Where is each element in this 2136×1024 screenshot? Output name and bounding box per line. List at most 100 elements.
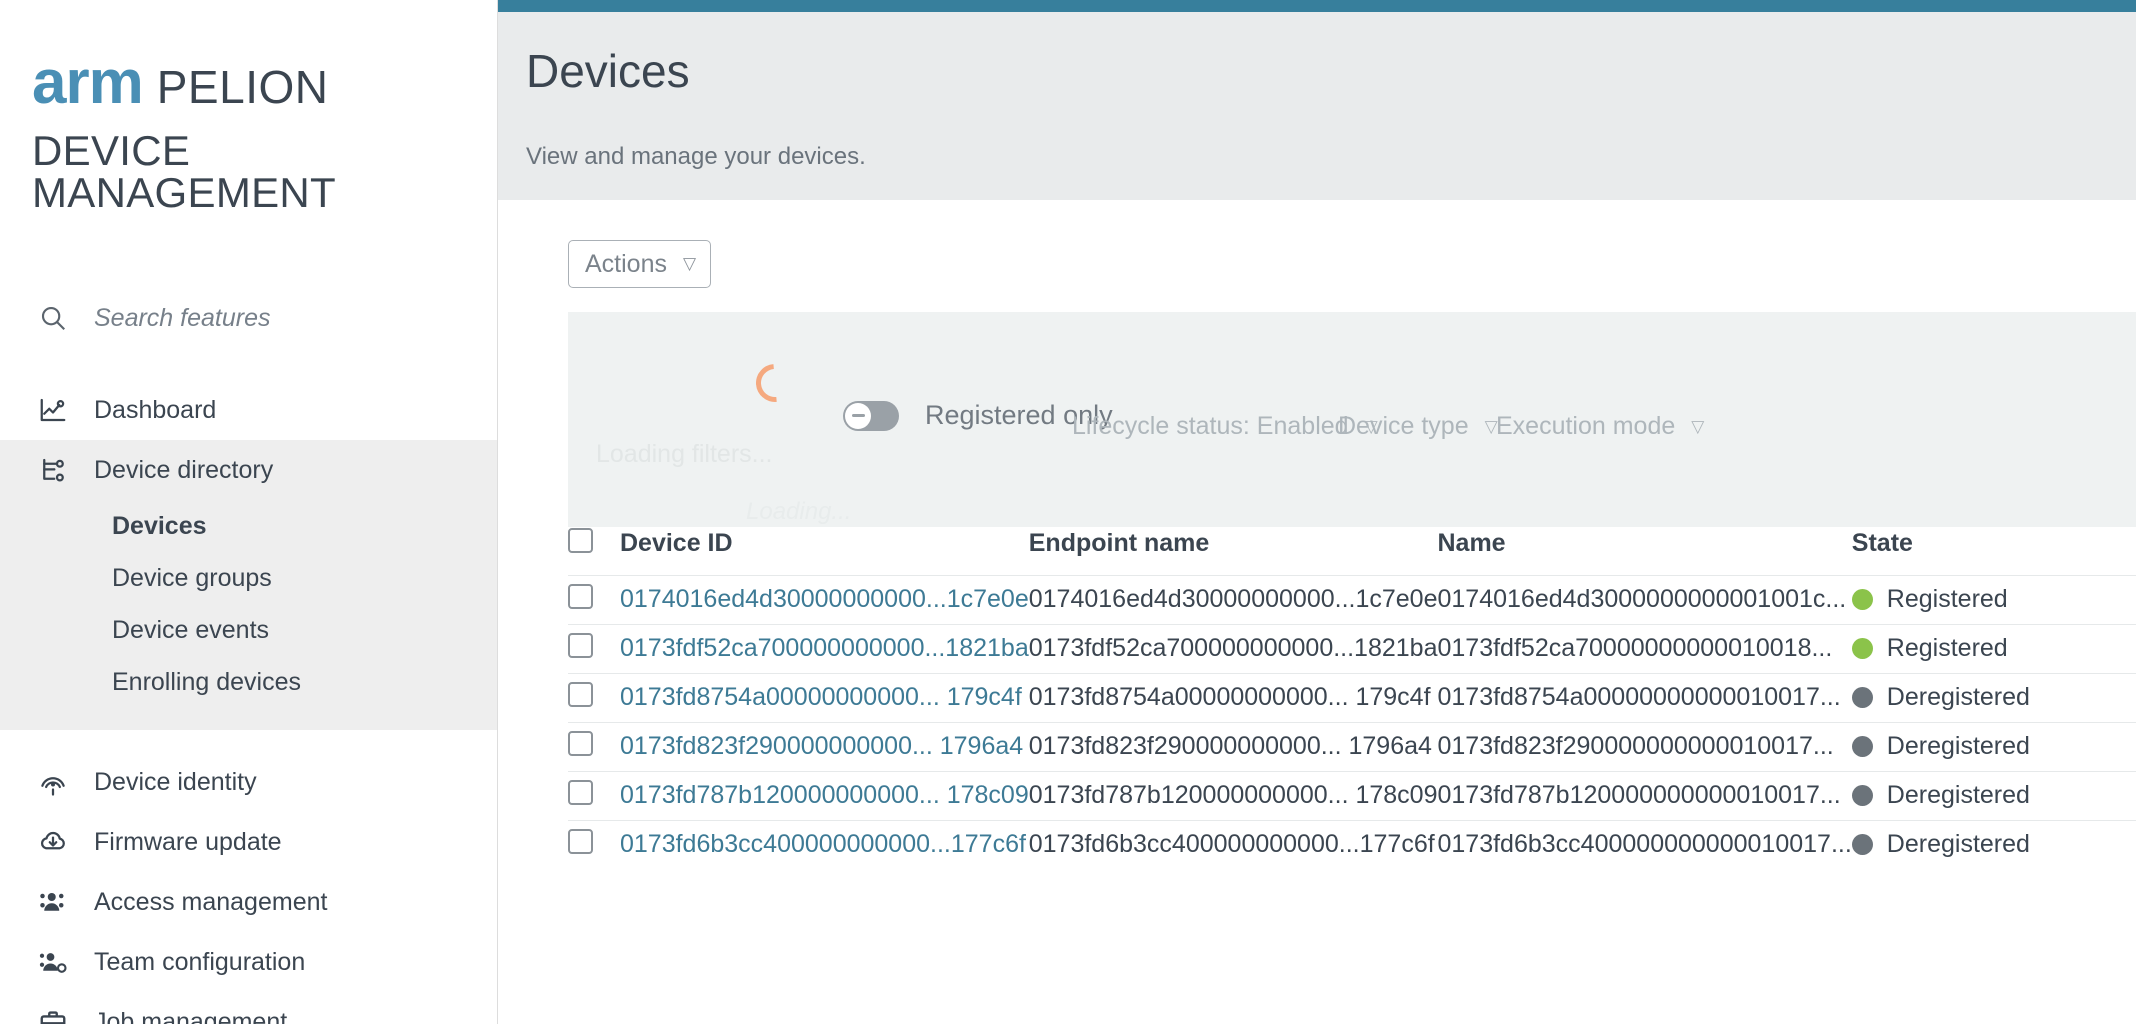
cell-device-id: 0173fd8754a00000000000... 179c4f: [620, 673, 1029, 722]
row-select-cell: [568, 575, 620, 624]
sidebar-item-device-directory[interactable]: Device directory: [0, 440, 497, 500]
column-header-device-id[interactable]: Device ID: [620, 527, 1029, 575]
cell-state: Deregistered: [1851, 820, 2136, 869]
cell-device-id: 0174016ed4d30000000000...1c7e0e: [620, 575, 1029, 624]
sidebar-item-device-events[interactable]: Device events: [0, 604, 497, 656]
cell-name: 0173fd823f290000000000010017...: [1437, 732, 1834, 760]
cell-device-id: 0173fd823f290000000000... 1796a4: [620, 722, 1029, 771]
sidebar-item-device-groups[interactable]: Device groups: [0, 552, 497, 604]
column-header-state[interactable]: State: [1852, 527, 2136, 575]
row-checkbox[interactable]: [568, 828, 593, 854]
sidebar-item-device-identity[interactable]: Device identity: [0, 752, 497, 812]
cloud-download-icon: [38, 827, 68, 857]
search-input[interactable]: Search features: [94, 304, 271, 333]
device-id-link[interactable]: 0173fd6b3cc400000000000...177c6f: [620, 830, 1026, 858]
app-root: arm PELION DEVICE MANAGEMENT Search feat…: [0, 0, 2136, 1024]
sidebar-item-firmware-update[interactable]: Firmware update: [0, 812, 497, 872]
sidebar-item-job-management[interactable]: Job management: [0, 992, 497, 1024]
status-dot-icon: [1851, 834, 1873, 855]
content-card: Actions ▽ Loading filters... Loading... …: [526, 200, 2136, 1024]
device-id-link[interactable]: 0173fdf52ca700000000000...1821ba: [620, 634, 1029, 662]
row-checkbox[interactable]: [568, 779, 593, 805]
table-row[interactable]: 0173fdf52ca700000000000...1821ba 0173fdf5…: [568, 624, 2136, 673]
row-checkbox[interactable]: [568, 632, 593, 658]
device-id-link[interactable]: 0174016ed4d30000000000...1c7e0e: [620, 585, 1029, 613]
table-row[interactable]: 0173fd787b120000000000... 178c09 0173fd78…: [568, 771, 2136, 820]
brand-pelion-text: PELION: [156, 61, 329, 113]
cell-name: 0173fd787b120000000000010017...: [1437, 781, 1841, 809]
row-checkbox[interactable]: [568, 681, 593, 707]
cell-name: 0173fd8754a00000000000010017...: [1437, 683, 1841, 711]
sidebar-group-device-directory: Device directory Devices Device groups D…: [0, 440, 497, 730]
filter-bar: Loading filters... Loading... Registered…: [568, 312, 2136, 527]
sidebar-nav: Dashboard Device directory Devices Devic…: [0, 380, 497, 1024]
status-dot-icon: [1851, 785, 1873, 806]
brand-logo-line1: arm PELION: [32, 52, 497, 114]
sidebar-item-label: Device directory: [94, 455, 274, 484]
row-checkbox[interactable]: [568, 583, 593, 609]
brand-tagline: DEVICE MANAGEMENT: [32, 127, 337, 216]
cell-device-id: 0173fd6b3cc400000000000...177c6f: [620, 820, 1029, 869]
actions-button[interactable]: Actions ▽: [568, 240, 712, 288]
brand-arm-text: arm: [32, 48, 144, 117]
status-badge: Registered: [1886, 585, 2008, 613]
sidebar-subitem-label: Enrolling devices: [112, 667, 301, 696]
row-select-cell: [568, 820, 620, 869]
page-header: Devices View and manage your devices.: [498, 12, 2136, 200]
sidebar-item-label: Dashboard: [94, 395, 217, 424]
sidebar-item-team-configuration[interactable]: Team configuration: [0, 932, 497, 992]
table-row[interactable]: 0173fd6b3cc400000000000...177c6f 0173fd6b…: [568, 820, 2136, 869]
sidebar-item-devices[interactable]: Devices: [0, 500, 497, 552]
toolbar: Actions ▽: [526, 240, 2136, 288]
filter-execution-mode[interactable]: Execution mode ▽: [1496, 412, 1704, 441]
registered-only-toggle[interactable]: [843, 400, 899, 431]
sidebar-item-dashboard[interactable]: Dashboard: [0, 380, 497, 440]
table-row[interactable]: 0174016ed4d30000000000...1c7e0e 0174016ed…: [568, 575, 2136, 624]
loading-spinner-icon: [748, 356, 802, 410]
chevron-down-icon: ▽: [682, 254, 697, 273]
chevron-down-icon: ▽: [1691, 416, 1705, 436]
row-checkbox[interactable]: [568, 730, 593, 756]
status-dot-icon: [1851, 589, 1873, 610]
search-icon: [38, 303, 68, 333]
toggle-knob-minus-icon: [845, 402, 871, 429]
loading-filters-text: Loading filters...: [596, 440, 773, 468]
device-id-link[interactable]: 0173fd823f290000000000... 1796a4: [620, 732, 1023, 760]
status-badge: Deregistered: [1886, 683, 2030, 711]
page-title: Devices: [526, 45, 690, 97]
briefcase-icon: [38, 1007, 68, 1024]
row-select-cell: [568, 624, 620, 673]
filter-label: Execution mode: [1496, 412, 1676, 440]
filter-device-type[interactable]: Device type ▽: [1338, 412, 1498, 441]
sidebar-subitem-label: Devices: [112, 511, 207, 540]
fingerprint-icon: [38, 767, 68, 797]
table-row[interactable]: 0173fd823f290000000000... 1796a4 0173fd82…: [568, 722, 2136, 771]
search-features-row[interactable]: Search features: [0, 298, 497, 338]
select-all-checkbox[interactable]: [568, 527, 593, 553]
cell-name: 0173fd6b3cc400000000000010017...: [1437, 830, 1852, 858]
brand-logo[interactable]: arm PELION DEVICE MANAGEMENT: [0, 0, 497, 214]
filter-lifecycle-status[interactable]: Lifecycle status: Enabled ▽: [1072, 412, 1378, 441]
cell-state: Deregistered: [1851, 722, 2136, 771]
cell-state: Deregistered: [1851, 771, 2136, 820]
status-badge: Deregistered: [1886, 732, 2030, 760]
users-icon: [38, 887, 68, 917]
device-id-link[interactable]: 0173fd787b120000000000... 178c09: [620, 781, 1029, 809]
column-header-name[interactable]: Name: [1438, 527, 1852, 575]
filter-label: Lifecycle status: Enabled: [1072, 412, 1349, 440]
filter-label: Device type: [1338, 412, 1469, 440]
status-badge: Deregistered: [1886, 830, 2030, 858]
cell-name: 0174016ed4d3000000000001001c...: [1437, 585, 1847, 613]
sidebar-item-enrolling-devices[interactable]: Enrolling devices: [0, 656, 497, 708]
cell-endpoint-name: 0173fd787b120000000000... 178c09: [1028, 781, 1438, 809]
device-id-link[interactable]: 0173fd8754a00000000000... 179c4f: [620, 683, 1022, 711]
sidebar-item-label: Team configuration: [94, 947, 306, 976]
sidebar-item-access-management[interactable]: Access management: [0, 872, 497, 932]
cell-endpoint-name: 0173fd8754a00000000000... 179c4f: [1028, 683, 1431, 711]
status-badge: Registered: [1886, 634, 2008, 662]
cell-endpoint-name: 0173fd6b3cc400000000000...177c6f: [1028, 830, 1435, 858]
table-row[interactable]: 0173fd8754a00000000000... 179c4f 0173fd87…: [568, 673, 2136, 722]
column-header-endpoint-name[interactable]: Endpoint name: [1029, 527, 1438, 575]
sidebar-item-label: Job management: [94, 1007, 288, 1024]
